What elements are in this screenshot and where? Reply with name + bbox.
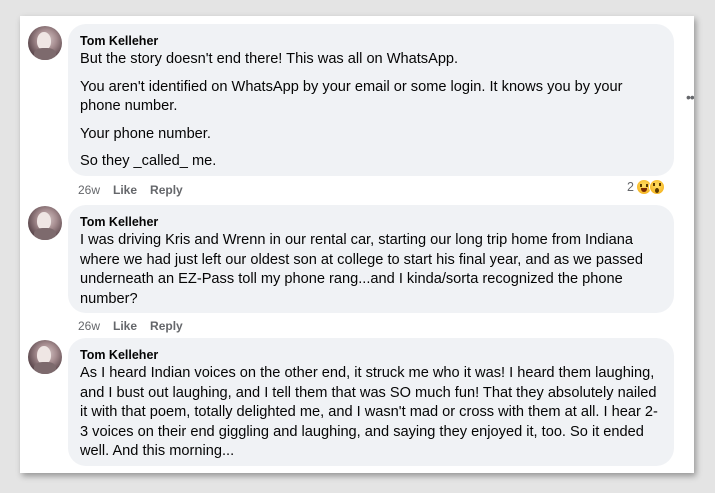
comment-text: Your phone number. xyxy=(80,125,211,142)
reply-button[interactable]: Reply xyxy=(150,182,183,198)
avatar[interactable] xyxy=(28,206,62,240)
wow-emoji-icon xyxy=(648,179,665,195)
comment-actions: 26w Like Reply xyxy=(78,318,183,334)
avatar[interactable] xyxy=(28,340,62,374)
comment-text: But the story doesn't end there! This wa… xyxy=(80,51,459,67)
reply-button[interactable]: Reply xyxy=(150,318,183,334)
comment-bubble: Tom Kelleher But the story doesn't end t… xyxy=(68,24,674,176)
comment-timestamp[interactable]: 26w xyxy=(78,318,100,334)
more-horizontal-icon[interactable]: ••• xyxy=(686,90,694,104)
comment-author[interactable]: Tom Kelleher xyxy=(80,214,662,230)
comment-timestamp[interactable]: 26w xyxy=(78,182,100,198)
comment-text: As I heard Indian voices on the other en… xyxy=(80,365,658,459)
reaction-summary[interactable]: 2 xyxy=(627,179,665,195)
reaction-count: 2 xyxy=(627,180,634,194)
comment-text: I was driving Kris and Wrenn in our rent… xyxy=(80,232,643,307)
comment-thread: Tom Kelleher But the story doesn't end t… xyxy=(20,16,694,473)
avatar[interactable] xyxy=(28,26,62,60)
comment-actions: 26w Like Reply xyxy=(78,182,183,198)
comment-text: So they _called_ me. xyxy=(80,153,217,169)
like-button[interactable]: Like xyxy=(113,318,137,334)
comment-author[interactable]: Tom Kelleher xyxy=(80,347,662,363)
comment-author[interactable]: Tom Kelleher xyxy=(80,33,662,49)
comment-bubble: Tom Kelleher As I heard Indian voices on… xyxy=(68,338,674,466)
comment-text: You aren't identified on WhatsApp by you… xyxy=(80,78,623,115)
like-button[interactable]: Like xyxy=(113,182,137,198)
comment-bubble: Tom Kelleher I was driving Kris and Wren… xyxy=(68,205,674,313)
